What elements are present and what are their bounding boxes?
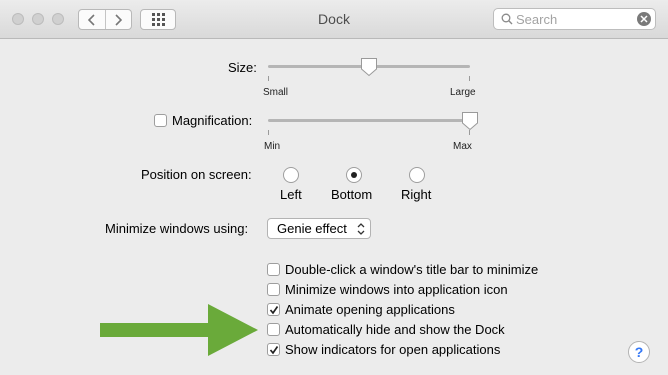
size-label: Size: bbox=[228, 60, 257, 75]
search-icon bbox=[501, 13, 513, 25]
magnification-slider-track[interactable] bbox=[268, 119, 470, 122]
radio-dot-icon bbox=[351, 172, 357, 178]
minimize-effect-popup[interactable]: Genie effect bbox=[267, 218, 371, 239]
clear-search-button[interactable] bbox=[637, 12, 651, 26]
minimize-into-icon-checkbox[interactable] bbox=[267, 283, 280, 296]
magnification-checkbox[interactable] bbox=[154, 114, 167, 127]
magnification-label: Magnification: bbox=[172, 113, 253, 128]
minimize-effect-label: Minimize windows using: bbox=[105, 221, 249, 236]
animate-opening-label: Animate opening applications bbox=[285, 302, 455, 317]
checkmark-icon bbox=[269, 305, 278, 314]
position-left-label: Left bbox=[280, 187, 302, 202]
green-arrow-icon bbox=[100, 304, 258, 356]
size-min-label: Small bbox=[263, 87, 289, 98]
title-bar: Dock bbox=[0, 0, 668, 39]
double-click-minimize-label: Double-click a window's title bar to min… bbox=[285, 262, 539, 277]
updown-chevron-icon bbox=[357, 223, 365, 235]
magnification-min-label: Min bbox=[264, 141, 281, 152]
animate-opening-checkbox[interactable] bbox=[267, 303, 280, 316]
minimize-into-icon-label: Minimize windows into application icon bbox=[285, 282, 508, 297]
close-icon bbox=[640, 15, 648, 23]
minimize-effect-value: Genie effect bbox=[277, 221, 347, 236]
size-max-label: Large bbox=[450, 87, 476, 98]
position-label: Position on screen: bbox=[141, 167, 252, 182]
position-bottom-label: Bottom bbox=[331, 187, 373, 202]
autohide-dock-label: Automatically hide and show the Dock bbox=[285, 322, 505, 337]
size-tick bbox=[469, 76, 470, 81]
double-click-minimize-checkbox[interactable] bbox=[267, 263, 280, 276]
checkmark-icon bbox=[269, 345, 278, 354]
position-right-radio[interactable] bbox=[409, 167, 425, 183]
size-tick bbox=[268, 76, 269, 81]
magnification-max-label: Max bbox=[453, 141, 472, 152]
magnification-slider-thumb[interactable] bbox=[461, 111, 479, 131]
position-right-label: Right bbox=[401, 187, 432, 202]
position-bottom-radio[interactable] bbox=[346, 167, 362, 183]
magnification-tick bbox=[268, 130, 269, 135]
help-button[interactable]: ? bbox=[628, 341, 650, 363]
search-field[interactable] bbox=[493, 8, 656, 30]
show-indicators-label: Show indicators for open applications bbox=[285, 342, 501, 357]
size-slider-thumb[interactable] bbox=[360, 57, 378, 77]
autohide-dock-checkbox[interactable] bbox=[267, 323, 280, 336]
search-input[interactable] bbox=[516, 11, 626, 27]
show-indicators-checkbox[interactable] bbox=[267, 343, 280, 356]
position-left-radio[interactable] bbox=[283, 167, 299, 183]
